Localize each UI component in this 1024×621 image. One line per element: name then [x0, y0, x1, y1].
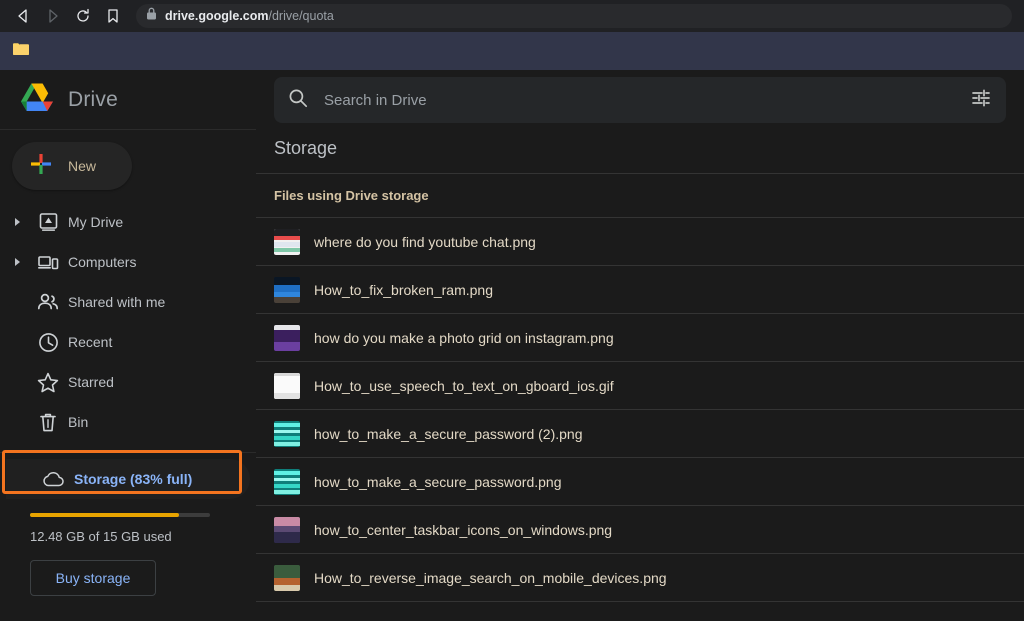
file-name: where do you find youtube chat.png [314, 233, 536, 250]
computers-icon [28, 252, 68, 273]
tune-filter-icon[interactable] [970, 87, 992, 114]
storage-label: Storage (83% full) [74, 471, 193, 487]
star-icon [28, 372, 68, 393]
bookmark-icon [105, 8, 121, 24]
sidebar-item-label: Shared with me [68, 294, 166, 310]
storage-progress-fill [30, 513, 180, 517]
browser-toolbar: drive.google.com/drive/quota [0, 0, 1024, 32]
table-row[interactable]: How_to_fix_broken_ram.png [256, 266, 1024, 314]
search-input[interactable] [324, 91, 954, 109]
forward-arrow-icon [45, 8, 61, 24]
sidebar-item-label: My Drive [68, 214, 124, 230]
sidebar-item-recent[interactable]: Recent [0, 322, 242, 362]
file-name: how_to_make_a_secure_password (2).png [314, 425, 583, 442]
table-row[interactable]: How_to_use_speech_to_text_on_gboard_ios.… [256, 362, 1024, 410]
file-thumbnail [274, 420, 300, 447]
bookmark-button[interactable] [100, 3, 126, 29]
chevron-right-icon[interactable] [8, 257, 28, 267]
drive-app: Drive New My Drive Computers Shared with… [0, 70, 1024, 621]
forward-button[interactable] [40, 3, 66, 29]
file-name: how do you make a photo grid on instagra… [314, 329, 614, 346]
sidebar-item-computers[interactable]: Computers [0, 242, 242, 282]
file-thumbnail [274, 372, 300, 399]
lock-icon [146, 7, 157, 25]
storage-used-text: 12.48 GB of 15 GB used [30, 529, 172, 544]
sidebar-item-label: Computers [68, 254, 137, 270]
main-content: Storage Files using Drive storage where … [256, 70, 1024, 621]
sidebar-divider [0, 452, 256, 453]
sidebar-item-my-drive[interactable]: My Drive [0, 202, 242, 242]
sidebar-item-bin[interactable]: Bin [0, 402, 242, 442]
new-button[interactable]: New [12, 142, 132, 190]
clock-icon [28, 332, 68, 353]
sidebar-item-label: Bin [68, 414, 89, 430]
file-thumbnail [274, 468, 300, 495]
search-row [256, 70, 1024, 130]
chevron-right-icon[interactable] [8, 217, 28, 227]
url-text: drive.google.com/drive/quota [165, 9, 334, 23]
file-name: How_to_use_speech_to_text_on_gboard_ios.… [314, 377, 614, 394]
back-button[interactable] [10, 3, 36, 29]
file-thumbnail [274, 564, 300, 591]
sidebar-item-shared-with-me[interactable]: Shared with me [0, 282, 242, 322]
file-thumbnail [274, 276, 300, 303]
file-list: where do you find youtube chat.png How_t… [256, 218, 1024, 621]
buy-storage-button[interactable]: Buy storage [30, 560, 156, 596]
file-thumbnail [274, 516, 300, 543]
sidebar-item-label: Starred [68, 374, 114, 390]
file-name: how_to_make_a_secure_password.png [314, 473, 562, 490]
column-header-files: Files using Drive storage [256, 174, 1024, 218]
shared-with-me-icon [28, 292, 68, 312]
file-thumbnail [274, 324, 300, 351]
reload-button[interactable] [70, 3, 96, 29]
url-path: /drive/quota [268, 9, 334, 23]
table-row[interactable]: how_to_make_a_secure_password (2).png [256, 410, 1024, 458]
file-name: How_to_fix_broken_ram.png [314, 281, 493, 298]
table-row[interactable]: where do you find youtube chat.png [256, 218, 1024, 266]
my-drive-icon [28, 212, 68, 233]
folder-icon [12, 43, 30, 60]
sidebar-item-label: Recent [68, 334, 113, 350]
sidebar-nav: My Drive Computers Shared with me Recent… [0, 202, 256, 442]
plus-icon [30, 153, 52, 180]
storage-progress-track [30, 513, 210, 517]
table-row[interactable]: how do you make a photo grid on instagra… [256, 314, 1024, 362]
cloud-icon [34, 471, 74, 488]
url-domain: drive.google.com [165, 9, 269, 23]
sidebar-item-starred[interactable]: Starred [0, 362, 242, 402]
bookmark-folder[interactable] [12, 41, 30, 61]
new-button-label: New [68, 158, 97, 174]
back-arrow-icon [15, 8, 31, 24]
sidebar-item-storage[interactable]: Storage (83% full) [6, 459, 250, 499]
file-name: How_to_reverse_image_search_on_mobile_de… [314, 569, 667, 586]
google-drive-logo [20, 82, 54, 117]
drive-wordmark: Drive [68, 87, 119, 111]
drive-header[interactable]: Drive [0, 70, 256, 130]
storage-section: Storage (83% full) [0, 450, 256, 499]
file-thumbnail [274, 228, 300, 255]
table-row[interactable]: how_to_center_taskbar_icons_on_windows.p… [256, 506, 1024, 554]
page-title: Storage [256, 130, 1024, 174]
table-row[interactable]: how_to_make_a_secure_password.png [256, 458, 1024, 506]
reload-icon [75, 8, 91, 24]
trash-icon [28, 412, 68, 433]
table-row[interactable]: How_to_reverse_image_search_on_mobile_de… [256, 554, 1024, 602]
search-bar[interactable] [274, 77, 1006, 123]
sidebar: Drive New My Drive Computers Shared with… [0, 70, 256, 621]
url-bar[interactable]: drive.google.com/drive/quota [136, 4, 1012, 28]
file-name: how_to_center_taskbar_icons_on_windows.p… [314, 521, 613, 538]
search-icon[interactable] [288, 88, 308, 113]
bookmarks-bar [0, 32, 1024, 70]
